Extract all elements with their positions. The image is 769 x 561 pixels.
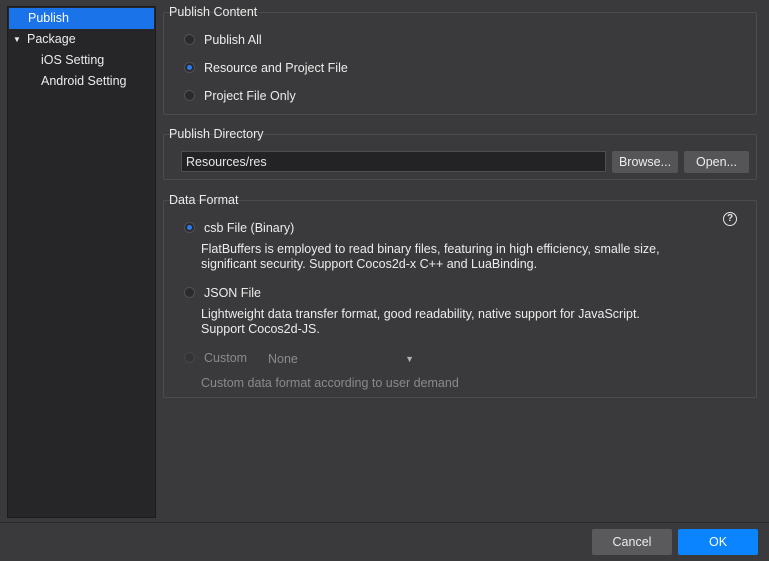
- publish-all-radio[interactable]: [184, 34, 195, 46]
- open-button[interactable]: Open...: [684, 151, 749, 173]
- publish-content-title: Publish Content: [169, 5, 258, 19]
- json-file-option[interactable]: JSON File: [184, 284, 261, 302]
- resource-and-project-radio[interactable]: [184, 62, 195, 74]
- sidebar-item-publish[interactable]: Publish: [9, 8, 154, 29]
- resource-and-project-label: Resource and Project File: [204, 61, 348, 75]
- json-desc-line-1: Lightweight data transfer format, good r…: [201, 307, 640, 321]
- custom-label: Custom: [204, 351, 248, 365]
- custom-option[interactable]: Custom: [184, 349, 247, 367]
- sidebar-item-package[interactable]: ▼ Package: [8, 29, 155, 50]
- custom-format-select[interactable]: None ▼: [268, 351, 414, 368]
- sidebar-item-ios-setting[interactable]: iOS Setting: [8, 50, 155, 71]
- csb-file-label: csb File (Binary): [204, 221, 295, 235]
- project-file-only-radio[interactable]: [184, 90, 195, 102]
- dropdown-arrow-icon: ▼: [405, 354, 414, 364]
- csb-desc-line-1: FlatBuffers is employed to read binary f…: [201, 242, 660, 256]
- triangle-down-icon[interactable]: ▼: [13, 29, 27, 50]
- data-format-title: Data Format: [169, 193, 239, 207]
- json-file-description: Lightweight data transfer format, good r…: [201, 307, 741, 337]
- sidebar-item-label: Publish: [28, 11, 69, 25]
- custom-description: Custom data format according to user dem…: [201, 376, 459, 390]
- csb-file-option[interactable]: csb File (Binary): [184, 219, 294, 237]
- sidebar-item-label: Android Setting: [41, 74, 127, 88]
- csb-desc-line-2: significant security. Support Cocos2d-x …: [201, 257, 538, 271]
- sidebar-item-android-setting[interactable]: Android Setting: [8, 71, 155, 92]
- json-desc-line-2: Support Cocos2d-JS.: [201, 322, 320, 336]
- project-file-only-option[interactable]: Project File Only: [184, 87, 296, 105]
- csb-file-radio[interactable]: [184, 222, 195, 234]
- sidebar-item-label: iOS Setting: [41, 53, 105, 67]
- publish-all-option[interactable]: Publish All: [184, 31, 262, 49]
- project-file-only-label: Project File Only: [204, 89, 296, 103]
- browse-button[interactable]: Browse...: [612, 151, 678, 173]
- cancel-button[interactable]: Cancel: [592, 529, 672, 555]
- publish-directory-input[interactable]: [181, 151, 606, 172]
- footer-divider: [0, 522, 769, 523]
- resource-and-project-option[interactable]: Resource and Project File: [184, 59, 348, 77]
- custom-radio[interactable]: [184, 352, 195, 364]
- ok-button[interactable]: OK: [678, 529, 758, 555]
- csb-file-description: FlatBuffers is employed to read binary f…: [201, 242, 741, 272]
- json-file-radio[interactable]: [184, 287, 195, 299]
- publish-directory-title: Publish Directory: [169, 127, 264, 141]
- main-panel: Publish Content Publish All Resource and…: [162, 0, 769, 520]
- json-file-label: JSON File: [204, 286, 261, 300]
- sidebar: Publish ▼ Package iOS Setting Android Set…: [7, 6, 156, 518]
- sidebar-item-label: Package: [27, 32, 76, 46]
- publish-all-label: Publish All: [204, 33, 262, 47]
- help-icon[interactable]: ?: [723, 212, 737, 226]
- custom-format-select-value: None: [268, 352, 298, 366]
